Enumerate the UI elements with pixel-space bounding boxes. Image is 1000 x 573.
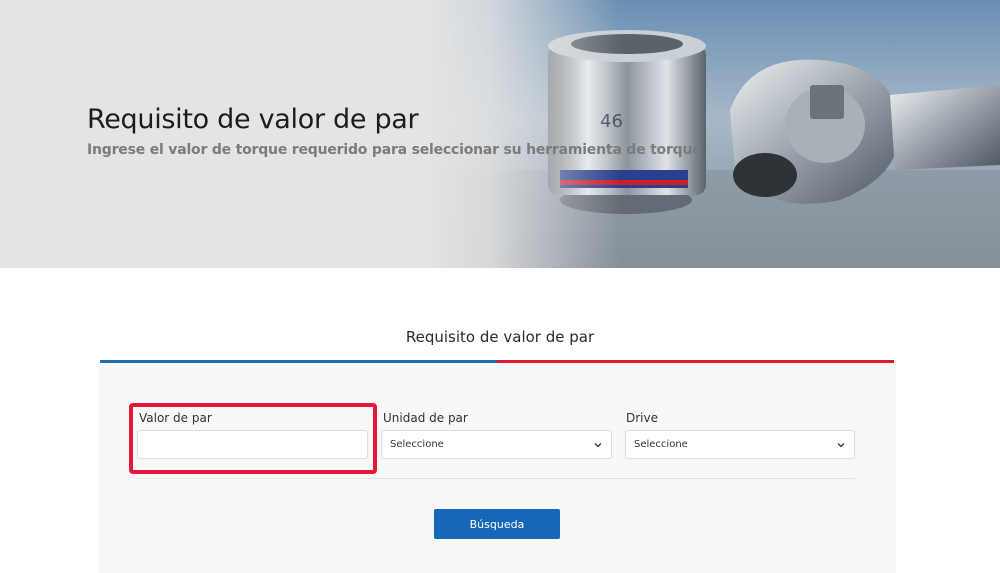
drive-select[interactable]: Seleccione <box>625 430 855 459</box>
form-divider <box>137 478 855 479</box>
chevron-down-icon <box>837 442 845 447</box>
hero-fade-overlay <box>420 0 620 268</box>
hero-banner: 46 Requisito de valor de par Ingrese el … <box>0 0 1000 268</box>
torque-unit-select[interactable]: Seleccione <box>381 430 612 459</box>
drive-label: Drive <box>626 411 658 425</box>
torque-unit-selected: Seleccione <box>390 439 444 450</box>
hero-title: Requisito de valor de par <box>87 104 419 135</box>
search-button[interactable]: Búsqueda <box>434 509 560 539</box>
hero-subtitle: Ingrese el valor de torque requerido par… <box>87 142 702 158</box>
section-title: Requisito de valor de par <box>405 328 595 346</box>
chevron-down-icon <box>594 442 602 447</box>
torque-value-highlight <box>129 403 377 474</box>
drive-selected: Seleccione <box>634 439 688 450</box>
torque-unit-label: Unidad de par <box>383 411 468 425</box>
